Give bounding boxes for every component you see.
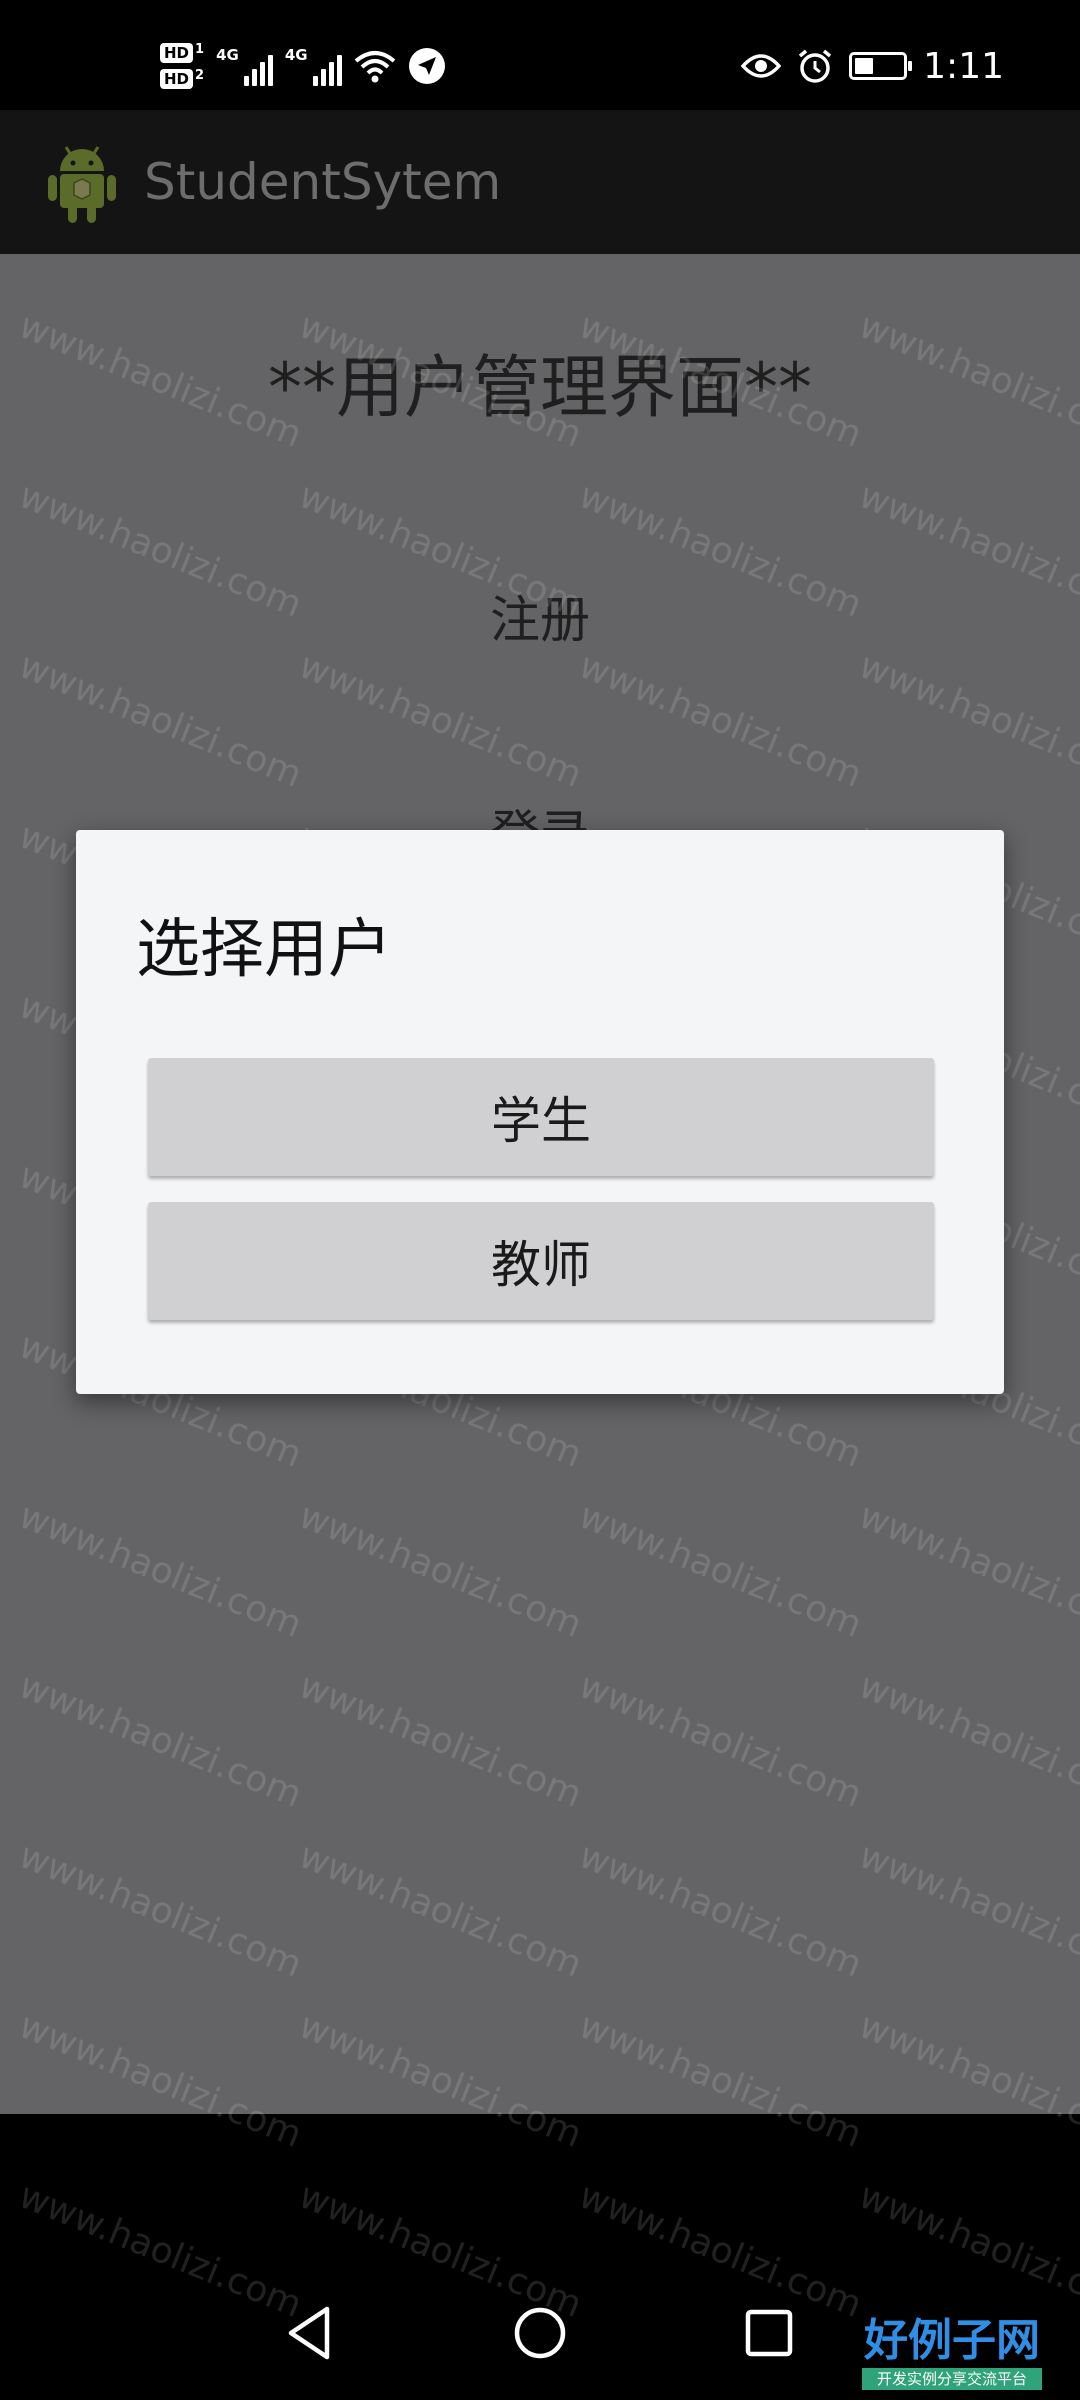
status-left: HD 1 HD 2 4G 4G xyxy=(160,34,446,98)
brand-logo: 好例子网 开发实例分享交流平台 xyxy=(862,2316,1042,2390)
hd2-badge: HD xyxy=(160,69,194,89)
location-arrow-icon xyxy=(408,48,445,84)
status-right: 1:11 xyxy=(741,36,1004,96)
register-option[interactable]: 注册 xyxy=(0,580,1080,652)
status-bar: HD 1 HD 2 4G 4G 1:11 xyxy=(0,0,1080,110)
battery-fill xyxy=(855,58,874,74)
home-button[interactable] xyxy=(505,2298,575,2368)
home-icon xyxy=(514,2307,566,2359)
net1-label: 4G xyxy=(216,46,239,64)
select-user-dialog: 选择用户 学生 教师 xyxy=(76,830,1004,1394)
back-button[interactable] xyxy=(274,2298,344,2368)
dialog-title: 选择用户 xyxy=(136,913,392,987)
recents-button[interactable] xyxy=(734,2298,804,2368)
app-title: StudentSytem xyxy=(144,153,502,211)
recents-icon xyxy=(745,2309,793,2357)
hd2-indicator: HD 2 xyxy=(160,69,204,89)
app-bar: StudentSytem xyxy=(0,110,1080,254)
brand-main: 好例子网 xyxy=(864,2315,1040,2366)
back-icon xyxy=(288,2306,330,2360)
signal-1-icon: 4G xyxy=(216,46,273,86)
net2-label: 4G xyxy=(284,46,308,64)
android-robot-icon xyxy=(48,146,116,223)
student-button[interactable]: 学生 xyxy=(148,1058,934,1176)
page-title: **用户管理界面** xyxy=(267,349,812,428)
hd2-sub: 2 xyxy=(195,68,205,83)
battery-icon xyxy=(849,52,913,80)
signal-2-icon: 4G xyxy=(285,46,342,86)
brand-sub: 开发实例分享交流平台 xyxy=(862,2368,1042,2390)
eye-icon xyxy=(741,54,782,78)
hd-indicators: HD 1 HD 2 xyxy=(160,43,204,89)
status-time: 1:11 xyxy=(923,45,1004,87)
wifi-icon xyxy=(354,51,395,83)
hd1-badge: HD xyxy=(160,43,194,63)
teacher-button[interactable]: 教师 xyxy=(148,1202,934,1320)
phone-screen: HD 1 HD 2 4G 4G 1:11 StudentSytem **用户管理… xyxy=(0,0,1080,2400)
alarm-icon xyxy=(799,49,832,83)
hd1-indicator: HD 1 xyxy=(160,43,204,63)
hd1-sub: 1 xyxy=(195,42,205,57)
